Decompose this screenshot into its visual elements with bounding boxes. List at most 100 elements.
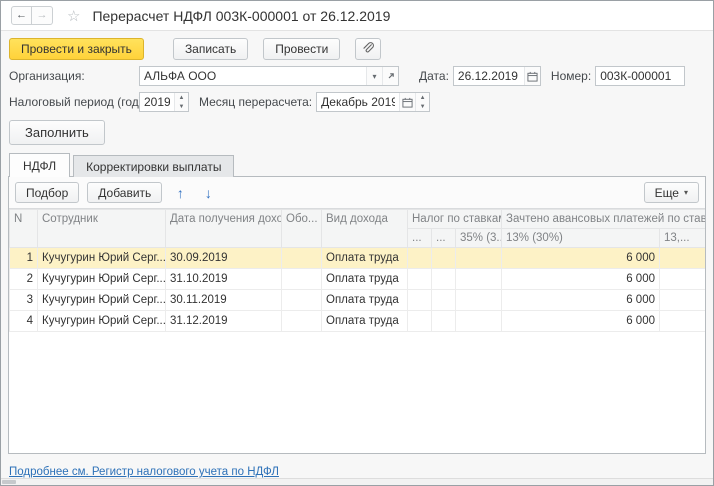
- cell-advance-2[interactable]: [660, 248, 706, 269]
- cell-line-number[interactable]: 4: [10, 311, 38, 332]
- cell-income-type[interactable]: Оплата труда: [322, 269, 408, 290]
- col-group-tax-by-rates: Налог по ставкам: [408, 210, 502, 229]
- arrow-down-icon: ↓: [205, 186, 212, 200]
- table-row[interactable]: 2 Кучугурин Юрий Серг... 31.10.2019 Опла…: [10, 269, 706, 290]
- move-down-button[interactable]: ↓: [198, 183, 218, 203]
- document-window: ← → ☆ Перерасчет НДФЛ 003К-000001 от 26.…: [0, 0, 714, 486]
- col-header-line-number: N: [10, 210, 38, 248]
- ndfl-tab-panel: Подбор Добавить ↑ ↓ Еще ▾: [8, 176, 706, 454]
- cell-income-date[interactable]: 30.11.2019: [166, 290, 282, 311]
- date-calendar-icon[interactable]: [524, 67, 540, 85]
- header-fields-row-1: Организация: ▾ Дата: Номер:: [1, 66, 713, 86]
- attachments-button[interactable]: [355, 38, 381, 60]
- tax-period-input[interactable]: [140, 93, 174, 111]
- forward-button[interactable]: →: [32, 6, 53, 25]
- cell-income-type[interactable]: Оплата труда: [322, 248, 408, 269]
- table-row[interactable]: 1 Кучугурин Юрий Серг... 30.09.2019 Опла…: [10, 248, 706, 269]
- back-button[interactable]: ←: [11, 6, 32, 25]
- save-button[interactable]: Записать: [173, 38, 248, 60]
- cell-advance-2[interactable]: [660, 311, 706, 332]
- arrow-up-icon: ↑: [177, 186, 184, 200]
- cell-advance-2[interactable]: [660, 269, 706, 290]
- cell-tax-rate-35[interactable]: [456, 311, 502, 332]
- cell-employee[interactable]: Кучугурин Юрий Серг...: [38, 248, 166, 269]
- col-header-tax-rate-2: ...: [432, 229, 456, 248]
- cell-advance-13[interactable]: 6 000: [502, 248, 660, 269]
- date-field: [453, 66, 541, 86]
- cell-advance-13[interactable]: 6 000: [502, 290, 660, 311]
- recalc-month-spinner[interactable]: ▲ ▼: [415, 93, 429, 111]
- spin-down-icon[interactable]: ▼: [416, 102, 429, 111]
- header-fields-row-2: Налоговый период (год): ▲ ▼ Месяц перера…: [1, 92, 713, 112]
- cell-line-number[interactable]: 1: [10, 248, 38, 269]
- cell-income-date[interactable]: 31.12.2019: [166, 311, 282, 332]
- cell-line-number[interactable]: 3: [10, 290, 38, 311]
- cell-division[interactable]: [282, 269, 322, 290]
- fill-button[interactable]: Заполнить: [9, 120, 105, 145]
- details-link-row: Подробнее см. Регистр налогового учета п…: [1, 454, 713, 480]
- number-input[interactable]: [595, 66, 685, 86]
- cell-tax-rate-35[interactable]: [456, 290, 502, 311]
- horizontal-scrollbar[interactable]: [1, 478, 713, 485]
- cell-income-type[interactable]: Оплата труда: [322, 311, 408, 332]
- scrollbar-thumb[interactable]: [2, 480, 16, 484]
- spin-up-icon[interactable]: ▲: [175, 93, 188, 102]
- cell-employee[interactable]: Кучугурин Юрий Серг...: [38, 290, 166, 311]
- back-arrow-icon: ←: [16, 10, 27, 21]
- cell-division[interactable]: [282, 311, 322, 332]
- col-header-income-type: Вид дохода: [322, 210, 408, 248]
- cell-income-date[interactable]: 31.10.2019: [166, 269, 282, 290]
- add-button[interactable]: Добавить: [87, 182, 162, 203]
- cell-employee[interactable]: Кучугурин Юрий Серг...: [38, 269, 166, 290]
- cell-line-number[interactable]: 2: [10, 269, 38, 290]
- recalc-month-calendar-icon[interactable]: [399, 93, 415, 111]
- cell-tax-rate-35[interactable]: [456, 269, 502, 290]
- cell-tax-rate-1[interactable]: [408, 248, 432, 269]
- tax-period-spinner[interactable]: ▲ ▼: [174, 93, 188, 111]
- date-input[interactable]: [454, 67, 524, 85]
- cell-tax-rate-2[interactable]: [432, 269, 456, 290]
- tab-strip: НДФЛ Корректировки выплаты: [1, 152, 713, 176]
- move-up-button[interactable]: ↑: [170, 183, 190, 203]
- tab-payment-corrections[interactable]: Корректировки выплаты: [73, 155, 234, 177]
- organization-dropdown-icon[interactable]: ▾: [366, 67, 382, 85]
- favorite-star-icon[interactable]: ☆: [67, 7, 80, 25]
- organization-input[interactable]: [140, 67, 366, 85]
- more-button[interactable]: Еще ▾: [644, 182, 699, 203]
- tax-period-label: Налоговый период (год):: [9, 95, 135, 109]
- cell-tax-rate-1[interactable]: [408, 311, 432, 332]
- table-row[interactable]: 4 Кучугурин Юрий Серг... 31.12.2019 Опла…: [10, 311, 706, 332]
- tax-period-field: ▲ ▼: [139, 92, 189, 112]
- table-row[interactable]: 3 Кучугурин Юрий Серг... 30.11.2019 Опла…: [10, 290, 706, 311]
- cell-employee[interactable]: Кучугурин Юрий Серг...: [38, 311, 166, 332]
- cell-tax-rate-35[interactable]: [456, 248, 502, 269]
- table-toolbar: Подбор Добавить ↑ ↓ Еще ▾: [9, 177, 705, 208]
- post-and-close-button[interactable]: Провести и закрыть: [9, 38, 144, 60]
- spin-up-icon[interactable]: ▲: [416, 93, 429, 102]
- cell-income-type[interactable]: Оплата труда: [322, 290, 408, 311]
- cell-tax-rate-2[interactable]: [432, 248, 456, 269]
- number-label: Номер:: [551, 69, 591, 83]
- tab-ndfl[interactable]: НДФЛ: [9, 153, 70, 177]
- recalc-month-input[interactable]: [317, 93, 399, 111]
- cell-advance-13[interactable]: 6 000: [502, 269, 660, 290]
- cell-tax-rate-1[interactable]: [408, 290, 432, 311]
- col-header-income-date: Дата получения дохода: [166, 210, 282, 248]
- col-header-employee: Сотрудник: [38, 210, 166, 248]
- cell-advance-13[interactable]: 6 000: [502, 311, 660, 332]
- post-button[interactable]: Провести: [263, 38, 340, 60]
- command-bar: Провести и закрыть Записать Провести: [1, 31, 713, 66]
- cell-advance-2[interactable]: [660, 290, 706, 311]
- cell-division[interactable]: [282, 248, 322, 269]
- cell-tax-rate-2[interactable]: [432, 311, 456, 332]
- organization-open-icon[interactable]: [382, 67, 398, 85]
- cell-tax-rate-2[interactable]: [432, 290, 456, 311]
- date-label: Дата:: [419, 69, 449, 83]
- cell-tax-rate-1[interactable]: [408, 269, 432, 290]
- pick-button[interactable]: Подбор: [15, 182, 79, 203]
- cell-division[interactable]: [282, 290, 322, 311]
- register-details-link[interactable]: Подробнее см. Регистр налогового учета п…: [9, 466, 279, 478]
- cell-income-date[interactable]: 30.09.2019: [166, 248, 282, 269]
- col-header-tax-rate-1: ...: [408, 229, 432, 248]
- spin-down-icon[interactable]: ▼: [175, 102, 188, 111]
